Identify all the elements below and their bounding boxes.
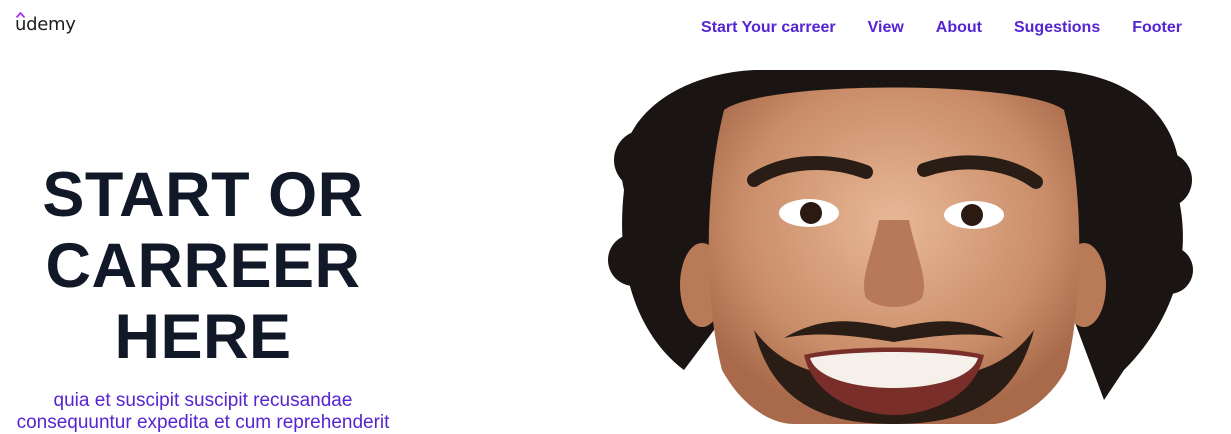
logo-wordmark: udemy: [15, 12, 76, 34]
hero-description-line: consequuntur expedita et cum reprehender…: [16, 412, 390, 433]
hero-title-line: START OR: [42, 160, 364, 230]
main-nav: Start Your carreer View About Sugestions…: [701, 18, 1182, 38]
nav-link-start-your-carreer[interactable]: Start Your carreer: [701, 18, 836, 38]
udemy-hat-icon: [16, 12, 25, 18]
hero-title-line: HERE: [114, 302, 292, 372]
nav-link-view[interactable]: View: [868, 18, 904, 38]
hero-title-line: CARREER: [45, 231, 361, 301]
nav-link-sugestions[interactable]: Sugestions: [1014, 18, 1100, 38]
navbar: udemy Start Your carreer View About Suge…: [0, 0, 1231, 58]
hero-text: START OR CARREER HERE quia et suscipit s…: [0, 160, 406, 434]
hero-description-line: quia et suscipit suscipit recusandae: [53, 390, 353, 411]
hero-title: START OR CARREER HERE: [0, 160, 406, 373]
udemy-logo[interactable]: udemy: [15, 12, 76, 34]
hero-description: quia et suscipit suscipit recusandae con…: [0, 390, 406, 434]
nav-link-about[interactable]: About: [936, 18, 982, 38]
hero-image-smiling-man: [604, 70, 1194, 424]
nav-link-footer[interactable]: Footer: [1132, 18, 1182, 38]
smiling-man-illustration: [608, 70, 1193, 424]
